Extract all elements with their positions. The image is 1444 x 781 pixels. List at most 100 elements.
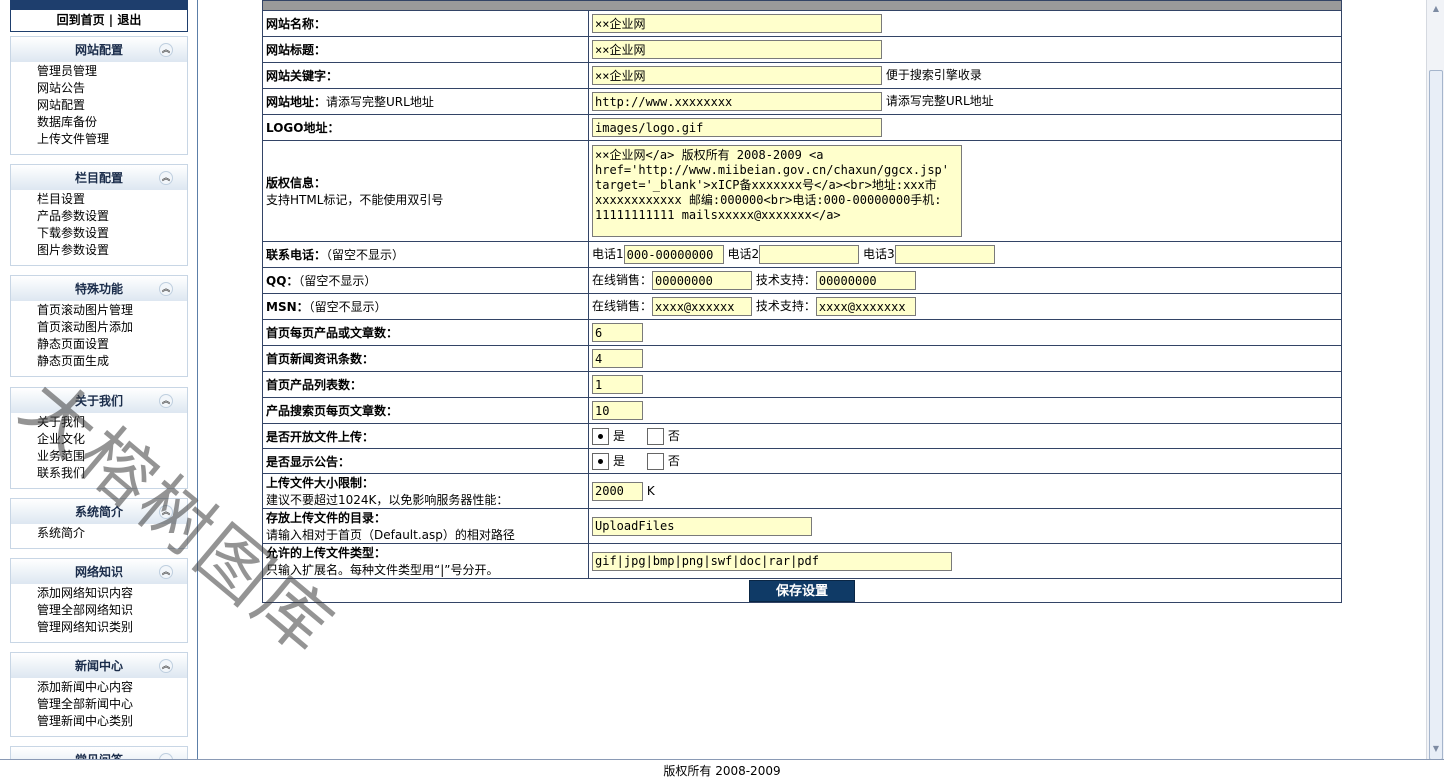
copyright-label: 版权信息： (266, 176, 327, 190)
sidebar-menu-item[interactable]: 产品参数设置 (37, 208, 187, 225)
allow-upload-yes-radio[interactable] (592, 428, 609, 445)
sidebar-menu-item[interactable]: 添加网络知识内容 (37, 585, 187, 602)
home-product-columns-input[interactable] (592, 375, 643, 394)
menu-group-header[interactable]: 网络知识 ︽ (11, 558, 187, 584)
sidebar-menu-item[interactable]: 上传文件管理 (37, 131, 187, 148)
save-settings-button[interactable]: 保存设置 (749, 579, 855, 602)
sidebar-menu-item[interactable]: 栏目设置 (37, 191, 187, 208)
scrollbar-thumb[interactable] (1429, 70, 1443, 760)
sidebar-menu-item[interactable]: 静态页面设置 (37, 336, 187, 353)
show-notice-no-radio[interactable] (646, 453, 664, 470)
allowed-types-input[interactable] (592, 551, 952, 571)
phone2-input[interactable] (759, 245, 860, 264)
allowed-types-note: 只输入扩展名。每种文件类型用“|”号分开。 (266, 563, 499, 577)
row-site-url: 网站地址：请添写完整URL地址 请添写完整URL地址 (262, 88, 1342, 115)
sidebar-menu-item[interactable]: 联系我们 (37, 465, 187, 482)
sidebar-topbar (10, 0, 188, 10)
phone1-input[interactable] (623, 245, 724, 264)
sidebar-menu-item[interactable]: 静态页面生成 (37, 353, 187, 370)
menu-group-title: 特殊功能 (74, 282, 123, 296)
search-per-page-input[interactable] (592, 401, 643, 420)
collapse-icon[interactable]: ︽ (159, 565, 173, 579)
row-msn: MSN：（留空不显示） 在线销售： 技术支持： (262, 293, 1342, 320)
home-news-count-input[interactable] (592, 349, 643, 368)
msn-support-input[interactable] (815, 297, 916, 316)
home-products-per-page-input[interactable] (592, 323, 643, 342)
vertical-scrollbar[interactable]: ▲ ▼ (1426, 0, 1444, 760)
site-keywords-input[interactable] (592, 66, 882, 85)
home-link[interactable]: 回到首页 (57, 13, 105, 27)
msn-sales-input[interactable] (652, 297, 753, 316)
table-header-row (262, 0, 1342, 11)
sidebar-menu-item[interactable]: 管理员管理 (37, 63, 187, 80)
row-allowed-types: 允许的上传文件类型： 只输入扩展名。每种文件类型用“|”号分开。 (262, 543, 1342, 579)
logo-url-input[interactable] (592, 118, 882, 137)
sidebar-menu-item[interactable]: 关于我们 (37, 414, 187, 431)
show-notice-yes-radio[interactable] (592, 453, 609, 470)
menu-group: 栏目配置 ︽ 栏目设置 产品参数设置 下载参数设置 图片参数设置 (10, 164, 188, 266)
allow-upload-no-radio[interactable] (646, 428, 664, 445)
collapse-icon[interactable]: ︽ (159, 394, 173, 408)
sidebar-menu-item[interactable]: 管理全部新闻中心 (37, 696, 187, 713)
sidebar-menu-item[interactable]: 网站配置 (37, 97, 187, 114)
upload-size-input[interactable] (592, 481, 643, 501)
site-url-hint: 请添写完整URL地址 (885, 94, 994, 108)
menu-group-header[interactable]: 系统简介 ︽ (11, 498, 187, 524)
site-title-label: 网站标题： (266, 43, 327, 57)
menu-group-header[interactable]: 特殊功能 ︽ (11, 275, 187, 301)
upload-dir-input[interactable] (592, 516, 812, 536)
sidebar-top-links: 回到首页 | 退出 (10, 10, 188, 32)
sidebar-menu-item[interactable]: 管理网络知识类别 (37, 619, 187, 636)
collapse-icon[interactable]: ︽ (159, 171, 173, 185)
collapse-icon[interactable]: ︽ (159, 505, 173, 519)
site-url-label-note: 请添写完整URL地址 (326, 95, 434, 109)
menu-group-header[interactable]: 常见问答︽ (11, 746, 187, 759)
menu-group: 网站配置 ︽ 管理员管理 网站公告 网站配置 数据库备份 上传文件管理 (10, 36, 188, 155)
site-name-label: 网站名称： (266, 17, 327, 31)
sidebar-menu-item[interactable]: 系统简介 (37, 525, 187, 542)
allow-upload-label: 是否开放文件上传： (266, 429, 375, 444)
msn-label: MSN： (266, 300, 309, 314)
menu-group-header[interactable]: 栏目配置 ︽ (11, 164, 187, 190)
logout-link[interactable]: 退出 (117, 13, 141, 27)
site-url-input[interactable] (592, 92, 882, 111)
menu-group-header[interactable]: 网站配置 ︽ (11, 36, 187, 62)
sidebar-menu-item[interactable]: 网站公告 (37, 80, 187, 97)
sidebar-menu-item[interactable]: 图片参数设置 (37, 242, 187, 259)
qq-sales-input[interactable] (652, 271, 753, 290)
sidebar-menu-item[interactable]: 首页滚动图片添加 (37, 319, 187, 336)
sidebar-menu-item[interactable]: 企业文化 (37, 431, 187, 448)
collapse-icon[interactable]: ︽ (159, 659, 173, 673)
sidebar-menu-item[interactable]: 添加新闻中心内容 (37, 679, 187, 696)
show-notice-label: 是否显示公告： (266, 454, 351, 469)
menu-group: 系统简介 ︽ 系统简介 (10, 498, 188, 549)
scroll-up-arrow-icon[interactable]: ▲ (1429, 2, 1443, 16)
scroll-down-arrow-icon[interactable]: ▼ (1429, 742, 1443, 756)
menu-group-header[interactable]: 关于我们 ︽ (11, 387, 187, 413)
row-save: 保存设置 (262, 578, 1342, 603)
sidebar-menu-item[interactable]: 下载参数设置 (37, 225, 187, 242)
phone2-label: 电话2 (727, 247, 760, 261)
menu-group-title: 栏目配置 (74, 171, 123, 185)
sidebar-menu-item[interactable]: 数据库备份 (37, 114, 187, 131)
copyright-textarea[interactable]: ××企业网</a> 版权所有 2008-2009 <a href='http:/… (592, 145, 962, 237)
copyright-note: 支持HTML标记，不能使用双引号 (266, 193, 444, 207)
sidebar-menu-item[interactable]: 首页滚动图片管理 (37, 302, 187, 319)
site-title-input[interactable] (592, 40, 882, 59)
site-name-input[interactable] (592, 14, 882, 33)
phone3-input[interactable] (894, 245, 995, 264)
sidebar-menu-item[interactable]: 管理全部网络知识 (37, 602, 187, 619)
home-product-columns-label: 首页产品列表数： (266, 378, 363, 392)
menu-group-header[interactable]: 新闻中心 ︽ (11, 652, 187, 678)
upload-size-label: 上传文件大小限制： (266, 476, 375, 490)
phone1-label: 电话1 (592, 247, 624, 261)
site-keywords-label: 网站关键字： (266, 69, 339, 83)
qq-support-input[interactable] (815, 271, 916, 290)
collapse-icon[interactable]: ︽ (159, 282, 173, 296)
collapse-icon[interactable]: ︽ (159, 43, 173, 57)
sidebar-menu-item[interactable]: 业务范围 (37, 448, 187, 465)
qq-label: QQ： (266, 274, 299, 288)
phone-note: （留空不显示） (326, 248, 405, 262)
sidebar-menu-item[interactable]: 管理新闻中心类别 (37, 713, 187, 730)
qq-note: （留空不显示） (298, 274, 377, 288)
